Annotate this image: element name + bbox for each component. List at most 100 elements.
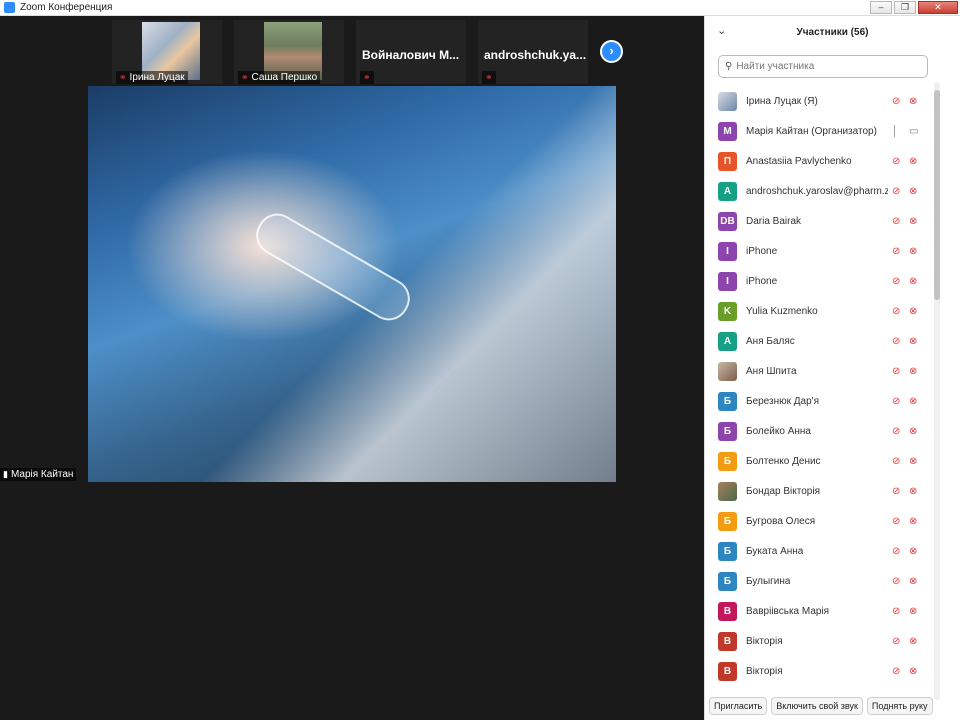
mic-muted-icon[interactable]: ⊘ [892,366,900,377]
camera-off-icon[interactable]: ⊗ [909,606,917,617]
video-content-vial [248,206,418,328]
mic-muted-icon[interactable]: ⊘ [892,216,900,227]
camera-off-icon[interactable]: ⊗ [909,156,917,167]
window-titlebar: Zoom Конференция – ❐ ✕ [0,0,960,16]
mic-muted-icon[interactable]: ⊘ [892,246,900,257]
mic-muted-icon[interactable]: ⊘ [892,576,900,587]
camera-off-icon[interactable]: ⊗ [909,246,917,257]
participant-row[interactable]: В Вікторія ⊘ ⊗ [705,626,937,656]
participant-name: Yulia Kuzmenko [746,305,818,317]
gallery-name-tag: ⚭ [360,71,374,84]
gallery-next-button[interactable]: › [600,40,623,63]
participant-row[interactable]: Бондар Вікторія ⊘ ⊗ [705,476,937,506]
gallery-thumb-0[interactable]: ⚭ Ірина Луцак [112,20,222,84]
mic-muted-icon[interactable]: ⊘ [892,396,900,407]
mic-muted-icon[interactable]: ⊘ [892,636,900,647]
participant-row[interactable]: Б Болтенко Денис ⊘ ⊗ [705,446,937,476]
invite-button[interactable]: Пригласить [709,697,768,715]
mic-muted-icon[interactable]: ⊘ [892,306,900,317]
mic-icon[interactable]: │ [892,126,898,137]
participant-row[interactable]: Аня Шпита ⊘ ⊗ [705,356,937,386]
avatar: DB [718,211,737,231]
mic-muted-icon[interactable]: ⊘ [892,336,900,347]
camera-off-icon[interactable]: ⊗ [909,516,917,527]
camera-off-icon[interactable]: ⊗ [909,276,917,287]
participant-row[interactable]: M Марія Кайтан (Организатор) │ ▭ [705,116,937,146]
participant-row[interactable]: A Аня Баляс ⊘ ⊗ [705,326,937,356]
mic-muted-icon[interactable]: ⊘ [892,276,900,287]
camera-off-icon[interactable]: ⊗ [909,666,917,677]
participant-row[interactable]: Б Буката Анна ⊘ ⊗ [705,536,937,566]
participant-row[interactable]: Б Булыгина ⊘ ⊗ [705,566,937,596]
mic-muted-icon[interactable]: ⊘ [892,426,900,437]
close-button[interactable]: ✕ [918,1,958,14]
mic-muted-icon: ⚭ [485,72,493,82]
camera-off-icon[interactable]: ⊗ [909,96,917,107]
avatar [718,91,737,111]
participant-search[interactable]: ⚲ [718,55,928,78]
participant-name: androshchuk.yaroslav@pharm.z... [746,185,888,197]
participant-row[interactable]: K Yulia Kuzmenko ⊘ ⊗ [705,296,937,326]
raise-hand-button[interactable]: Поднять руку [866,697,933,715]
camera-off-icon[interactable]: ⊗ [909,456,917,467]
gallery-name-tag: ⚭ Саша Першко [238,71,321,84]
mic-muted-icon[interactable]: ⊘ [892,606,900,617]
mic-muted-icon[interactable]: ⊘ [892,96,900,107]
participant-row[interactable]: В Вавріівська Марія ⊘ ⊗ [705,596,937,626]
scrollbar[interactable] [934,82,940,700]
search-icon: ⚲ [725,61,733,72]
camera-off-icon[interactable]: ⊗ [909,306,917,317]
mic-muted-icon: ⚭ [119,72,127,82]
participant-row[interactable]: Б Бугрова Олеся ⊘ ⊗ [705,506,937,536]
window-controls: – ❐ ✕ [870,1,958,14]
camera-off-icon[interactable]: ⊗ [909,636,917,647]
participant-name: Бугрова Олеся [746,515,816,527]
participant-name: Вікторія [746,635,783,647]
gallery-thumb-2[interactable]: Войналович М... ⚭ [356,20,466,84]
camera-off-icon[interactable]: ⊗ [909,486,917,497]
search-input[interactable] [736,61,917,72]
avatar: I [718,241,737,261]
participant-row[interactable]: Б Болейко Анна ⊘ ⊗ [705,416,937,446]
participant-row[interactable]: DB Daria Bairak ⊘ ⊗ [705,206,937,236]
participant-row[interactable]: П Anastasiia Pavlychenko ⊘ ⊗ [705,146,937,176]
camera-off-icon[interactable]: ⊗ [909,426,917,437]
camera-off-icon[interactable]: ⊗ [909,576,917,587]
gallery-thumb-3[interactable]: androshchuk.ya... ⚭ [478,20,588,84]
camera-off-icon[interactable]: ⊗ [909,396,917,407]
participant-row[interactable]: IiPhone ⊘ ⊗ [705,266,937,296]
participant-row[interactable]: Б Березнюк Дар'я ⊘ ⊗ [705,386,937,416]
avatar: Б [718,421,737,441]
participant-row[interactable]: В Вікторія ⊘ ⊗ [705,656,937,686]
camera-icon[interactable]: ▭ [909,126,918,137]
unmute-self-button[interactable]: Включить свой звук [771,697,863,715]
mic-muted-icon[interactable]: ⊘ [892,456,900,467]
scrollbar-thumb[interactable] [934,90,940,300]
camera-off-icon[interactable]: ⊗ [909,216,917,227]
gallery-bigname: androshchuk.ya... [484,48,587,62]
chevron-down-icon[interactable]: ⌄ [717,24,726,37]
avatar: A [718,331,737,351]
participant-name: Аня Шпита [746,365,797,377]
camera-off-icon[interactable]: ⊗ [909,336,917,347]
mic-muted-icon[interactable]: ⊘ [892,666,900,677]
mic-muted-icon[interactable]: ⊘ [892,546,900,557]
avatar: I [718,271,737,291]
participant-row[interactable]: Ірина Луцак (Я) ⊘ ⊗ [705,86,937,116]
mic-muted-icon[interactable]: ⊘ [892,156,900,167]
participant-name: Anastasiia Pavlychenko [746,155,852,167]
participant-row[interactable]: Aandroshchuk.yaroslav@pharm.z... ⊘ ⊗ [705,176,937,206]
mic-muted-icon[interactable]: ⊘ [892,186,900,197]
mic-muted-icon[interactable]: ⊘ [892,486,900,497]
mic-muted-icon[interactable]: ⊘ [892,516,900,527]
gallery-thumb-1[interactable]: ⚭ Саша Першко [234,20,344,84]
avatar: П [718,151,737,171]
participant-name: iPhone [746,275,778,287]
minimize-button[interactable]: – [870,1,892,14]
camera-off-icon[interactable]: ⊗ [909,366,917,377]
participant-row[interactable]: IiPhone ⊘ ⊗ [705,236,937,266]
restore-button[interactable]: ❐ [894,1,916,14]
camera-off-icon[interactable]: ⊗ [909,186,917,197]
avatar: Б [718,511,737,531]
camera-off-icon[interactable]: ⊗ [909,546,917,557]
